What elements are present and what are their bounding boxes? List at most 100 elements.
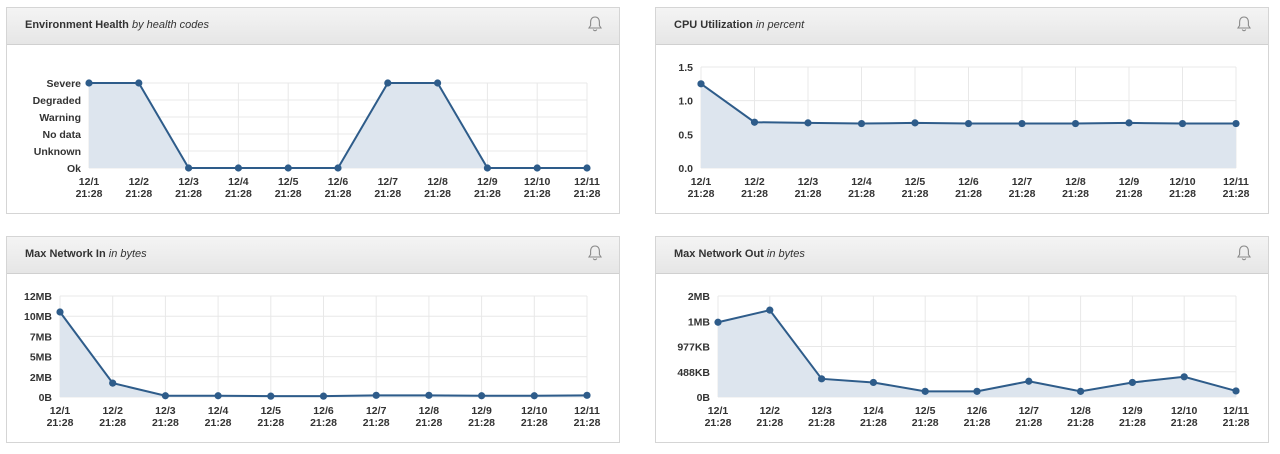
panel-subtitle: in bytes — [766, 248, 805, 260]
y-tick-label: Ok — [67, 163, 81, 175]
data-point — [85, 79, 93, 87]
x-tick-label: 21:28 — [848, 188, 875, 200]
data-point — [284, 164, 292, 172]
data-point — [384, 79, 392, 87]
x-tick-label: 12/3 — [178, 176, 199, 188]
x-tick-label: 21:28 — [152, 417, 179, 429]
x-tick-label: 12/7 — [366, 405, 387, 417]
data-point — [234, 164, 242, 172]
bell-icon[interactable] — [1236, 244, 1252, 262]
x-tick-label: 21:28 — [808, 417, 835, 429]
environment-health-panel: Environment Health by health codes Ok Unk… — [6, 7, 620, 214]
x-tick-label: 21:28 — [705, 417, 732, 429]
data-point — [161, 392, 169, 400]
bell-icon[interactable] — [587, 244, 603, 262]
bell-icon[interactable] — [1236, 15, 1252, 33]
x-tick-label: 21:28 — [860, 417, 887, 429]
x-tick-label: 21:28 — [1169, 188, 1196, 200]
x-tick-label: 12/10 — [521, 405, 547, 417]
data-point — [1077, 387, 1085, 395]
y-tick-label: 2MB — [688, 291, 711, 303]
data-point — [750, 118, 759, 126]
x-tick-label: 21:28 — [955, 188, 982, 200]
x-tick-label: 12/2 — [102, 405, 123, 417]
x-tick-label: 12/9 — [477, 176, 498, 188]
x-tick-label: 21:28 — [47, 417, 74, 429]
y-tick-label: 0.0 — [678, 163, 693, 175]
data-point — [964, 119, 973, 128]
data-point — [1125, 119, 1133, 127]
y-tick-label: Severe — [47, 78, 82, 90]
x-tick-label: 12/6 — [958, 176, 979, 188]
x-tick-label: 21:28 — [1171, 417, 1198, 429]
data-point — [1071, 119, 1080, 128]
x-tick-label: 21:28 — [574, 417, 601, 429]
max-network-out-panel: Max Network Out in bytes 0B 488KB 977KB 1MB… — [655, 236, 1269, 443]
x-tick-label: 12/10 — [1169, 176, 1195, 188]
x-tick-label: 21:28 — [175, 188, 202, 200]
y-tick-label: Degraded — [33, 95, 81, 107]
x-tick-label: 12/1 — [79, 176, 100, 188]
panel-title: CPU Utilization in percent — [674, 19, 804, 31]
x-tick-label: 21:28 — [474, 188, 501, 200]
data-point — [714, 318, 722, 326]
x-tick-label: 12/5 — [261, 405, 282, 417]
x-tick-label: 21:28 — [415, 417, 442, 429]
x-tick-label: 21:28 — [1015, 417, 1042, 429]
x-tick-label: 12/2 — [129, 176, 150, 188]
panel-title-text: Max Network Out — [674, 248, 764, 260]
data-point — [973, 387, 981, 395]
y-tick-label: Warning — [39, 112, 81, 124]
x-tick-label: 12/4 — [228, 176, 249, 188]
x-tick-label: 12/1 — [708, 405, 729, 417]
data-point — [911, 119, 919, 127]
data-point — [478, 392, 486, 400]
x-tick-label: 12/4 — [863, 405, 884, 417]
x-tick-label: 12/4 — [208, 405, 229, 417]
y-tick-label: 1.0 — [678, 96, 693, 108]
bell-icon[interactable] — [587, 15, 603, 33]
x-tick-label: 12/3 — [811, 405, 832, 417]
x-tick-label: 12/3 — [155, 405, 176, 417]
y-tick-label: 0.5 — [678, 129, 693, 141]
data-point — [483, 164, 491, 172]
x-tick-label: 21:28 — [574, 188, 601, 200]
data-point — [135, 79, 143, 87]
panel-header: Environment Health by health codes — [7, 8, 619, 45]
x-tick-label: 12/6 — [967, 405, 988, 417]
x-tick-label: 12/9 — [1119, 176, 1140, 188]
data-point — [1178, 119, 1187, 128]
data-point — [583, 164, 591, 172]
x-tick-label: 21:28 — [76, 188, 103, 200]
panel-header: Max Network In in bytes — [7, 237, 619, 274]
y-tick-label: 1MB — [688, 316, 711, 328]
x-tick-label: 21:28 — [1223, 417, 1250, 429]
x-tick-label: 21:28 — [363, 417, 390, 429]
x-tick-label: 21:28 — [257, 417, 284, 429]
max-network-out-chart: 0B488KB977KB1MB2MB12/121:2812/221:2812/3… — [677, 291, 1250, 429]
y-tick-label: 488KB — [677, 367, 710, 379]
x-tick-label: 12/5 — [915, 405, 936, 417]
x-tick-label: 21:28 — [1009, 188, 1036, 200]
data-point — [583, 391, 591, 399]
x-tick-label: 12/6 — [328, 176, 349, 188]
data-point — [1025, 377, 1033, 385]
x-tick-label: 12/5 — [905, 176, 926, 188]
data-point — [766, 306, 774, 314]
data-point — [697, 80, 705, 88]
data-point — [869, 378, 877, 387]
x-tick-label: 12/8 — [1065, 176, 1086, 188]
x-tick-label: 21:28 — [688, 188, 715, 200]
data-point — [109, 379, 117, 387]
x-tick-label: 12/11 — [1223, 405, 1249, 417]
data-point — [1128, 378, 1136, 387]
x-tick-label: 12/8 — [427, 176, 448, 188]
x-tick-label: 12/5 — [278, 176, 299, 188]
data-point — [334, 164, 342, 172]
panel-title: Max Network In in bytes — [25, 248, 147, 260]
x-tick-label: 21:28 — [964, 417, 991, 429]
y-tick-label: 10MB — [24, 311, 52, 323]
data-point — [1018, 119, 1026, 128]
panel-header: CPU Utilization in percent — [656, 8, 1268, 45]
panel-title-text: Environment Health — [25, 19, 129, 31]
